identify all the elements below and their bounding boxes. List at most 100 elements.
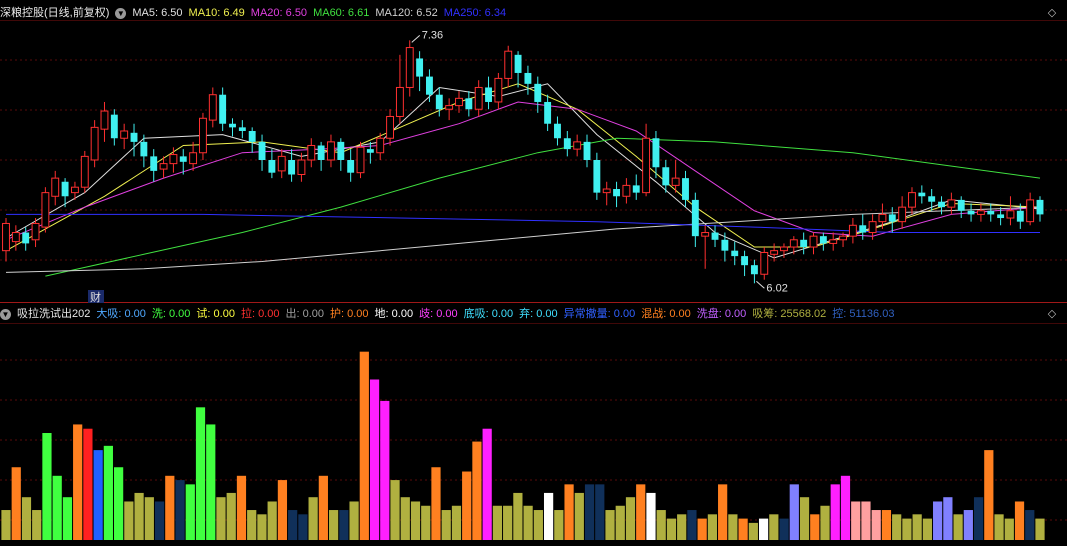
indicator-item: 吸筹: 25568.02 [752,308,827,320]
candle-body [485,87,492,102]
indicator-item: 歧: 0.00 [419,308,458,320]
high-price-label: 7.36 [422,29,443,41]
indicator-bar [257,514,267,540]
ma5-label: MA5: 6.50 [132,7,183,19]
indicator-title[interactable]: 吸拉洗试出202 [17,306,90,322]
candle-body [416,58,424,77]
indicator-bar [93,450,103,540]
diamond-icon[interactable]: ◇ [1047,8,1057,19]
ma10-label: MA10: 6.49 [188,7,245,19]
indicator-bar [687,510,697,540]
indicator-bar [339,510,349,540]
chart-area: 7.36 6.02 财 [0,0,1067,546]
indicator-bar [216,497,226,540]
candle-body [465,98,473,110]
indicator-bar [881,510,892,540]
indicator-bar [400,497,410,540]
indicator-bar [359,351,369,540]
indicator-bar [134,492,144,540]
indicator-bar [564,484,574,540]
indicator-bar [52,475,62,540]
indicator-bar [144,497,154,540]
candle-body [219,94,227,124]
indicator-bar [840,475,851,540]
indicator-bar [554,510,564,540]
candle-body [376,137,385,154]
indicator-bar [441,510,451,540]
ma250-label: MA250: 6.34 [443,7,507,19]
candle-body [711,232,719,240]
indicator-bar [380,400,390,540]
diamond-icon[interactable]: ◇ [1047,309,1057,320]
candle-body [800,239,808,248]
indicator-bar [933,501,943,540]
indicator-bar [943,497,953,540]
candle-body [110,114,118,139]
candle-body [928,196,936,202]
candle-body [741,256,749,266]
indicator-bar [195,407,206,540]
candle-body [130,132,138,142]
indicator-bar [994,514,1004,540]
candle-body [317,145,325,160]
candle-body [356,146,365,174]
chevron-down-icon[interactable]: ▼ [0,308,11,320]
indicator-bar [963,510,973,540]
ma60-label: MA60: 6.61 [313,7,370,19]
indicator-bar [953,514,963,540]
indicator-bar [677,514,687,540]
candle-body [642,137,651,194]
indicator-bar [513,492,523,540]
candle-body [474,86,483,110]
candle-body [1006,210,1015,219]
candle-body [583,141,591,160]
indicator-bar [574,492,584,540]
candle-body [386,115,395,139]
indicator-bar [892,514,902,540]
indicator-bar [11,467,21,540]
candle-body [898,206,907,223]
candle-body [150,156,158,171]
indicator-bar [431,467,441,540]
candle-body [100,110,109,130]
candle-body [1016,210,1024,222]
indicator-bar [1014,501,1025,540]
indicator-bar [472,441,482,540]
candle-body [947,199,956,208]
indicator-bar [226,492,236,540]
indicator-bar [288,510,298,540]
indicator-bar [349,501,359,540]
indicator-bar [1035,518,1045,540]
candle-body [51,177,60,197]
candle-body [721,239,729,251]
candle-body [554,123,561,139]
candle-body [878,213,887,223]
indicator-bar [247,510,257,540]
indicator-bar [1025,510,1035,540]
indicator-bar [748,522,758,540]
candle-body [504,50,513,79]
indicator-item: 异常撤量: 0.00 [563,308,636,320]
candle-body [31,222,40,241]
symbol-title[interactable]: 深粮控股(日线,前复权) [0,5,109,21]
candle-body [268,160,276,173]
candle-body [90,126,99,161]
chevron-down-icon[interactable]: ▼ [115,7,127,19]
indicator-item: 出: 0.00 [285,308,325,320]
candle-body [140,141,148,157]
candle-body [848,224,857,237]
candle-body [494,77,503,103]
indicator-bar [390,480,400,540]
candle-body [839,235,847,241]
candle-body [632,185,640,193]
candle-body [809,235,818,248]
candle-body [682,178,689,200]
indicator-bar [462,471,472,540]
indicator-bar [492,505,503,540]
indicator-bar [451,505,462,540]
candle-body [514,54,522,73]
candle-body [307,144,316,161]
indicator-bar [318,475,328,540]
candle-body [70,186,79,194]
candle-body [819,236,827,244]
